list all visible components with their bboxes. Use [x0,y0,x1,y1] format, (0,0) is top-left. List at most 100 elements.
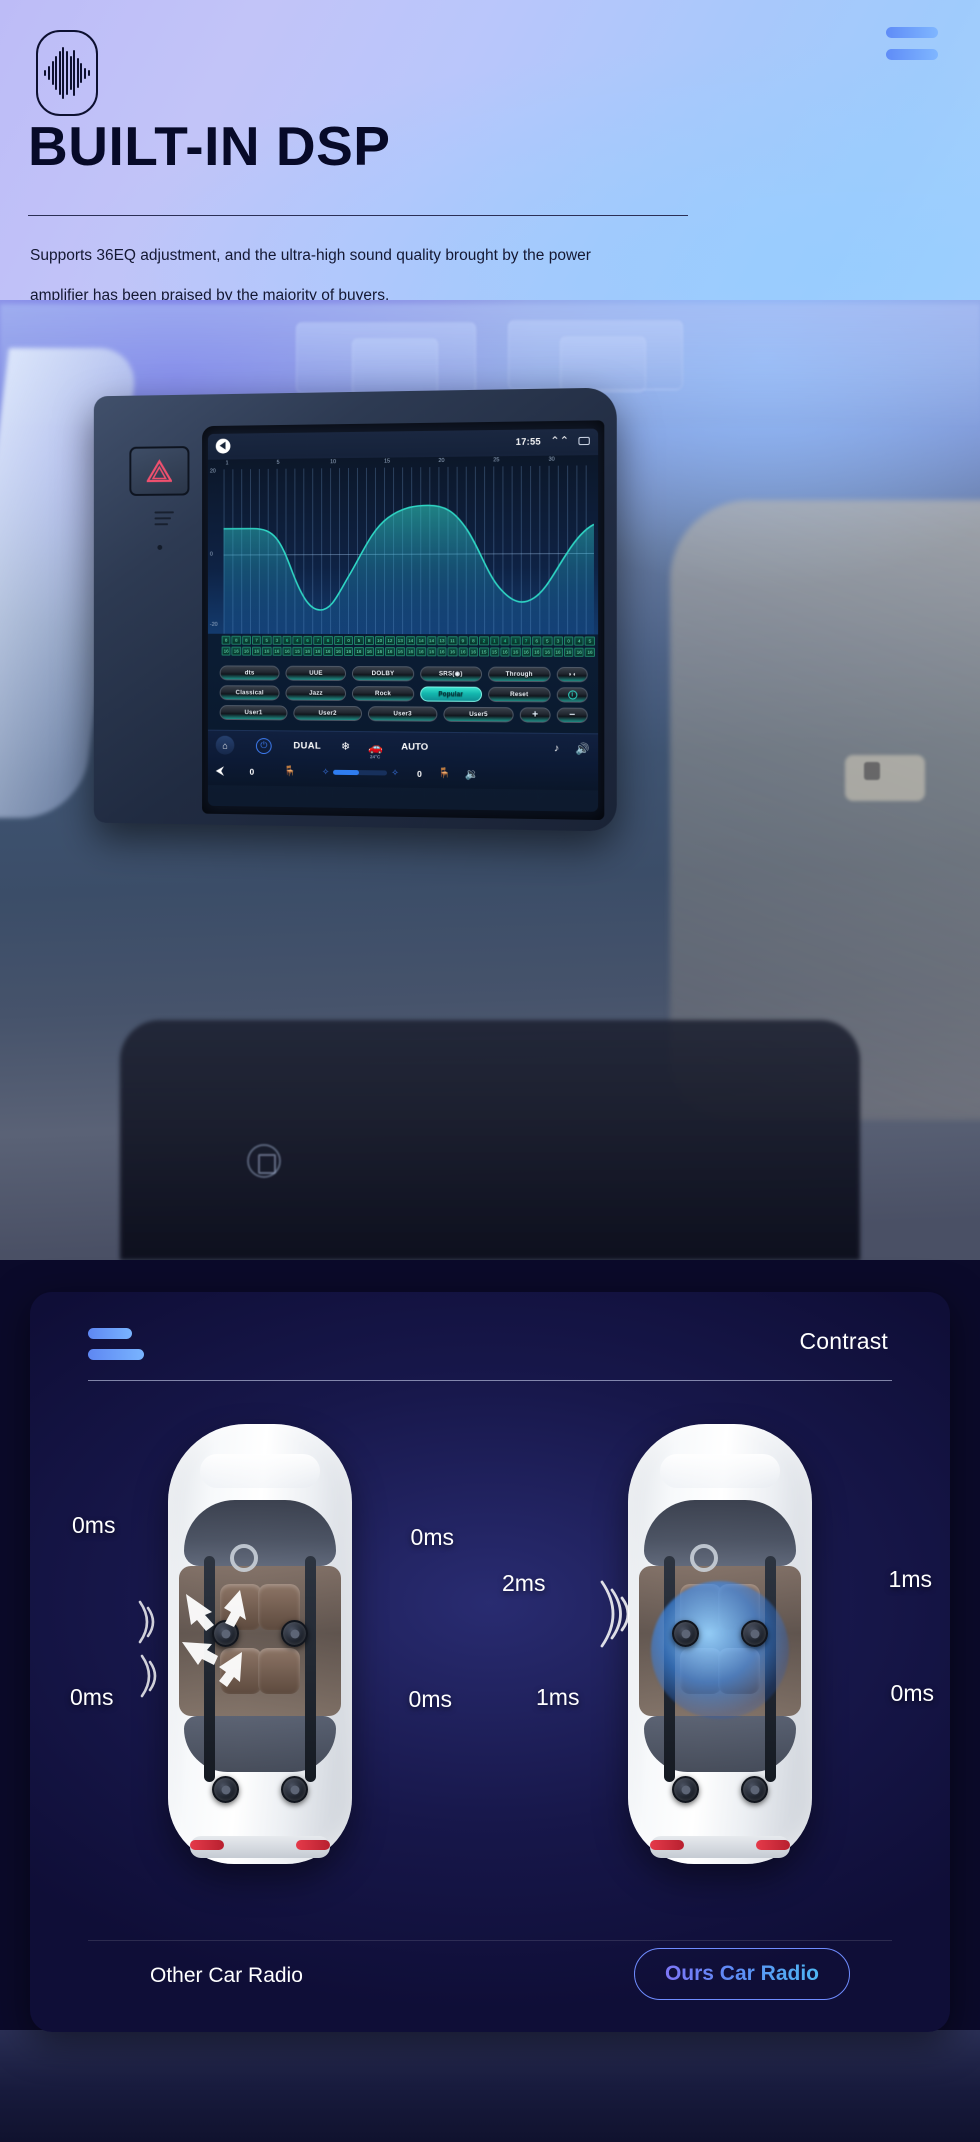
fan-icon: ✧ [321,766,330,777]
hazard-glyph [147,459,172,483]
hazard-triangle-icon[interactable] [129,446,190,496]
eq-cell: 4 [500,636,510,646]
preset-reset[interactable]: Reset [487,686,551,703]
fan-control[interactable]: ✧ ✧ [322,767,399,779]
speaker-front-right-r [741,1620,768,1647]
preset-user1[interactable]: User1 [219,705,288,721]
eq-cell: 16 [272,646,282,656]
speaker-front-left [212,1620,239,1647]
rear-defog-icon[interactable]: 🚗 [368,740,383,754]
status-bar-right: 17:55 ⌃⌃ [516,435,590,447]
radio-touchscreen[interactable]: 17:55 ⌃⌃ 1 5 10 15 20 25 30 20 0 -20 8 8… [207,428,599,812]
contrast-menu-icon[interactable] [88,1328,144,1360]
label-right-car-rear-left: 1ms [536,1684,580,1710]
menu-bar-1 [886,27,938,38]
eq-cell: 16 [354,646,364,656]
preset-jazz[interactable]: Jazz [285,685,347,701]
info-icon[interactable]: i [556,687,588,703]
preset-dts[interactable]: dts [219,665,280,681]
eq-cell: 7 [521,636,531,646]
preset-user3[interactable]: User3 [367,706,438,722]
eq-cell: 5 [585,636,595,646]
eq-x-30: 30 [548,456,555,463]
label-left-car-front-left: 0ms [72,1512,116,1538]
eq-cell: 16 [563,647,574,657]
eq-cell: 16 [343,646,354,656]
eq-cell: 5 [262,635,272,645]
preset-rock[interactable]: Rock [352,686,414,702]
preset-classical[interactable]: Classical [219,685,280,701]
label-right-car-front-left: 2ms [502,1570,546,1596]
fan-speed-slider[interactable] [333,769,388,776]
car-radio-unit: 17:55 ⌃⌃ 1 5 10 15 20 25 30 20 0 -20 8 8… [93,387,617,832]
preset-row-2: Classical Jazz Rock Popular Reset i [219,685,588,703]
eq-cell: 14 [406,636,416,646]
preset-user5[interactable]: User5 [443,706,514,723]
temperature-value: 24°C [369,754,381,760]
music-note-icon[interactable]: ♪ [554,743,559,754]
contrast-divider [88,1380,892,1381]
preset-through[interactable]: Through [487,666,551,683]
minus-icon[interactable]: − [556,707,588,724]
eq-cell: 16 [241,646,251,656]
eq-cell: 1 [510,636,521,646]
door-pillar-left-r [305,1556,316,1782]
volume-mute-icon[interactable]: 🔉 [465,767,479,780]
recent-apps-icon[interactable] [578,436,590,446]
eq-cell: 9 [458,636,468,646]
eq-cell: 6 [302,635,313,645]
eq-cell: 16 [510,646,521,657]
eq-x-15: 15 [384,458,391,465]
caption-ours-car[interactable]: Ours Car Radio [633,1948,850,2000]
other-car-diagram: 0ms 0ms 0ms 0ms [70,1412,454,1882]
volume-icon[interactable]: 🔊 [576,742,590,755]
back-arrow-icon-climate[interactable]: ⮜ [216,763,224,778]
taillight-right-r [756,1840,790,1850]
plus-icon[interactable]: + [519,707,551,723]
dual-label[interactable]: DUAL [293,740,321,751]
heated-seat-icon[interactable]: 🪑 [438,768,451,779]
door-pillar-left-l [204,1556,215,1782]
eq-cell: 3 [553,636,563,646]
hood-left [200,1454,320,1488]
equalizer-graph[interactable]: 1 5 10 15 20 25 30 20 0 -20 [207,455,599,635]
chevron-up-icon[interactable]: ⌃⌃ [550,435,569,447]
stereo-icon[interactable]: ◗◖ [556,666,588,683]
eq-cell: 10 [374,636,385,646]
engine-start-button [247,1144,281,1178]
eq-cell: 16 [374,646,385,656]
eq-x-20: 20 [438,457,445,465]
hamburger-menu-icon[interactable] [886,27,938,60]
page-title: BUILT-IN DSP [28,115,391,177]
eq-cell: 16 [426,646,437,656]
preset-uue[interactable]: UUE [285,665,347,681]
preset-dolby[interactable]: DOLBY [352,666,414,682]
ours-car-diagram: 2ms 1ms 1ms 0ms [502,1412,934,1882]
contrast-section: Contrast 0ms 0ms 0ms 0ms 2ms 1ms 1ms 0ms… [30,1292,950,2032]
door-handle [845,755,925,801]
fan-icon-right: ✧ [391,767,399,778]
contrast-title: Contrast [799,1328,888,1354]
back-arrow-icon[interactable] [215,438,231,454]
dsp-product-page: BUILT-IN DSP Supports 36EQ adjustment, a… [0,0,980,2142]
taillight-right [296,1840,330,1850]
page-bottom-fill [0,2030,980,2142]
power-icon[interactable]: ⏻ [255,737,272,754]
eq-cell: 16 [416,646,426,656]
eq-cell: 5 [354,636,364,646]
eq-cell: 16 [323,646,333,656]
eq-cell: 2 [333,635,343,645]
speaker-rear-right-r [741,1776,768,1803]
snowflake-icon[interactable]: ❄ [341,740,350,753]
preset-srs[interactable]: SRS(◉) [419,666,482,682]
seat-icon[interactable]: 🪑 [284,766,296,777]
preset-popular[interactable]: Popular [419,686,482,702]
preset-user2[interactable]: User2 [293,705,362,722]
eq-cell: 1 [489,636,500,646]
auto-label[interactable]: AUTO [401,742,428,753]
eq-cell: 16 [447,646,458,656]
home-icon[interactable]: ⌂ [215,735,235,755]
eq-cell: 16 [553,647,563,657]
eq-x-25: 25 [493,457,500,464]
eq-cell: 8 [241,635,251,645]
